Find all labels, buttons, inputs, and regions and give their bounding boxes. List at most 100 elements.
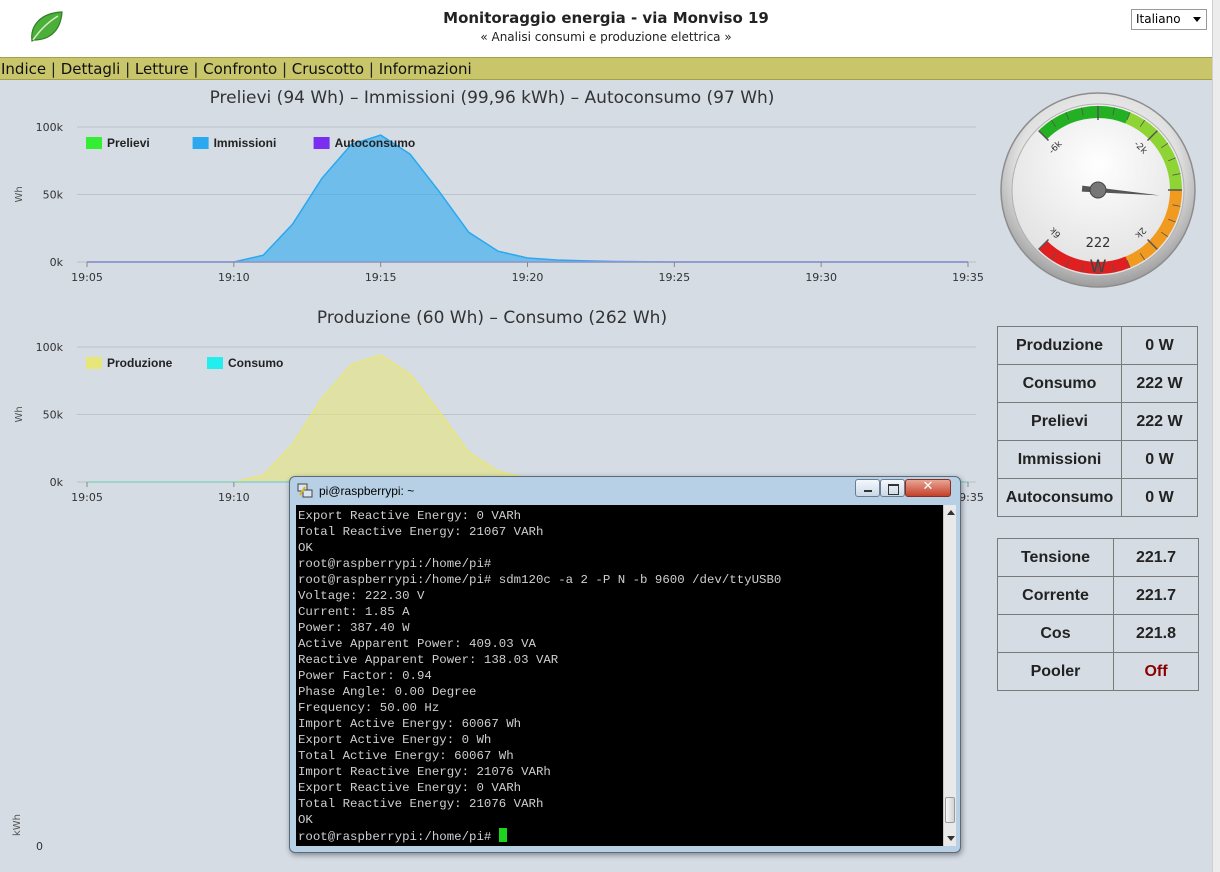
gauge-value: 222 [1086, 236, 1111, 251]
legend-swatch [207, 357, 223, 369]
y-axis-label: Wh [14, 406, 25, 422]
x-tick-label: 19:10 [218, 271, 250, 284]
stat-value: 0 W [1121, 440, 1198, 479]
terminal-cursor [498, 828, 507, 842]
pooler-status[interactable]: Off [1113, 652, 1199, 691]
terminal-line: Total Reactive Energy: 21067 VARh [298, 525, 544, 539]
stat-label: Cos [997, 614, 1114, 653]
table-row: Produzione 0 W [997, 326, 1198, 365]
stat-value: 222 W [1121, 402, 1198, 441]
terminal-line: OK [298, 541, 313, 555]
table-row: Consumo 222 W [997, 364, 1198, 403]
series-line-immissioni [87, 134, 968, 263]
series-area-produzione [87, 355, 968, 482]
legend-swatch [86, 357, 102, 369]
x-tick-label: 19:15 [365, 271, 397, 284]
terminal-line: Export Reactive Energy: 0 VARh [298, 781, 522, 795]
legend-swatch [192, 137, 209, 149]
terminal-scrollbar[interactable] [943, 505, 956, 846]
y-tick-label: 50k [43, 409, 64, 422]
terminal-line: OK [298, 813, 313, 827]
stat-label: Pooler [997, 652, 1114, 691]
legend-item: Prelievi [86, 136, 150, 150]
nav-link-informazioni[interactable]: Informazioni [379, 60, 472, 78]
nav-link-indice[interactable]: Indice [1, 60, 46, 78]
language-select-value: Italiano [1136, 12, 1181, 26]
y-tick-label: 0k [50, 476, 64, 489]
legend-swatch [313, 137, 330, 149]
table-row: Prelievi 222 W [997, 402, 1198, 441]
nav-link-letture[interactable]: Letture [135, 60, 189, 78]
table-row: Autoconsumo 0 W [997, 478, 1198, 517]
main-nav: Indice | Dettagli | Letture | Confronto … [0, 57, 1212, 80]
kwh-axis-label: kWh [12, 813, 23, 836]
close-button[interactable]: ✕ [905, 479, 951, 497]
y-axis-label: Wh [14, 186, 25, 202]
terminal-line: Power Factor: 0.94 [298, 669, 432, 683]
terminal-screen[interactable]: Export Reactive Energy: 0 VARh Total Reac… [296, 505, 943, 846]
nav-link-confronto[interactable]: Confronto [203, 60, 277, 78]
nav-link-dettagli[interactable]: Dettagli [61, 60, 121, 78]
terminal-prompt: root@raspberrypi:/home/pi# [298, 830, 499, 844]
legend-item: Produzione [86, 356, 173, 370]
terminal-line: Import Active Energy: 60067 Wh [298, 717, 522, 731]
terminal-line: Export Reactive Energy: 0 VARh [298, 509, 522, 523]
terminal-line: Reactive Apparent Power: 138.03 VAR [298, 653, 559, 667]
table-row: Immissioni 0 W [997, 440, 1198, 479]
page-header: Monitoraggio energia - via Monviso 19 « … [0, 0, 1212, 57]
language-select[interactable]: Italiano [1131, 9, 1207, 30]
stat-value: 221.7 [1113, 538, 1199, 577]
stat-label: Consumo [997, 364, 1122, 403]
y-tick-label: 100k [36, 121, 64, 134]
nav-link-cruscotto[interactable]: Cruscotto [292, 60, 364, 78]
stat-label: Tensione [997, 538, 1114, 577]
putty-terminal-window[interactable]: pi@raspberrypi: ~ ✕ Export Reactive Ener… [289, 476, 961, 853]
legend-label: Consumo [228, 356, 283, 370]
terminal-line: Phase Angle: 0.00 Degree [298, 685, 477, 699]
terminal-line: Total Active Energy: 60067 Wh [298, 749, 514, 763]
stat-label: Produzione [997, 326, 1122, 365]
power-stats-table: Produzione 0 W Consumo 222 W Prelievi 222 W… [997, 326, 1198, 517]
stat-label: Corrente [997, 576, 1114, 615]
terminal-titlebar[interactable]: pi@raspberrypi: ~ ✕ [290, 477, 960, 505]
x-tick-label: 19:25 [658, 271, 690, 284]
x-tick-label: 19:05 [71, 491, 103, 504]
terminal-line: Power: 387.40 W [298, 621, 410, 635]
terminal-line: Import Reactive Energy: 21076 VARh [298, 765, 551, 779]
chevron-down-icon [1193, 17, 1201, 22]
scroll-up-icon[interactable] [947, 510, 955, 515]
legend-label: Produzione [107, 356, 173, 370]
page-subtitle: « Analisi consumi e produzione elettrica… [480, 30, 732, 44]
gauge-unit: W [1090, 257, 1107, 277]
stat-value: 0 W [1121, 326, 1198, 365]
close-icon: ✕ [922, 479, 934, 494]
chart1-title: Prelievi (94 Wh) – Immissioni (99,96 kWh… [209, 88, 775, 108]
chart-prelievi-immissioni: 0k 50k 100k Wh 19:05 19:10 19:15 19:20 19:25 19:3… [14, 121, 984, 284]
power-gauge: -6k -2k2k6k 222 W [1000, 92, 1196, 288]
terminal-line: root@raspberrypi:/home/pi# [298, 557, 492, 571]
series-line-produzione [87, 354, 968, 483]
scroll-down-icon[interactable] [947, 836, 955, 841]
chart2-title: Produzione (60 Wh) – Consumo (262 Wh) [316, 308, 668, 328]
page-scrollbar[interactable] [1212, 0, 1220, 872]
table-row: Tensione 221.7 [997, 538, 1199, 577]
terminal-line: Current: 1.85 A [298, 605, 410, 619]
y-tick-label: 50k [43, 189, 64, 202]
terminal-line: root@raspberrypi:/home/pi# sdm120c -a 2 … [298, 573, 782, 587]
terminal-line: Voltage: 222.30 V [298, 589, 425, 603]
gauge-needle-hub [1089, 181, 1107, 199]
x-tick-label: 19:10 [218, 491, 250, 504]
scroll-thumb[interactable] [945, 797, 955, 823]
legend-label: Autoconsumo [335, 136, 416, 150]
stat-value: 221.7 [1113, 576, 1199, 615]
legend-item: Autoconsumo [313, 136, 416, 150]
maximize-button[interactable] [880, 479, 905, 497]
minimize-button[interactable] [855, 479, 880, 497]
legend-swatch [86, 137, 102, 149]
table-row: Pooler Off [997, 652, 1199, 691]
terminal-line: Export Active Energy: 0 Wh [298, 733, 492, 747]
table-row: Cos 221.8 [997, 614, 1199, 653]
terminal-line: Active Apparent Power: 409.03 VA [298, 637, 536, 651]
x-tick-label: 19:05 [71, 271, 103, 284]
y-tick-label: 0k [50, 256, 64, 269]
